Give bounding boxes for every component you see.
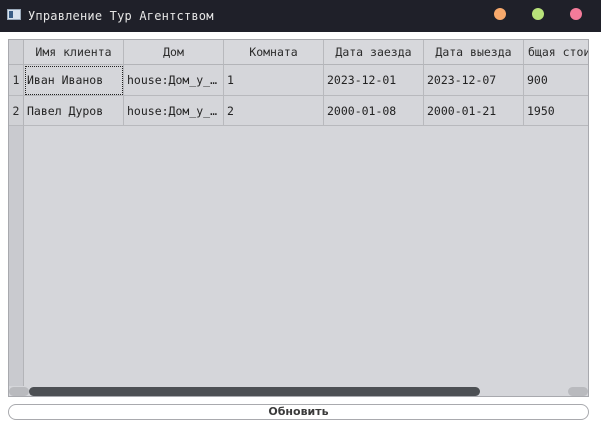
table-cell-house[interactable]: house:Дом_у_… [124,65,224,96]
row-header-1[interactable]: 1 [9,65,24,96]
table-cell-total-cost[interactable]: 1950 [524,96,588,126]
scroll-right-button[interactable] [568,387,588,396]
scroll-left-button[interactable] [9,387,29,396]
column-header-room[interactable]: Комната [224,40,324,65]
minimize-button[interactable] [494,8,506,20]
table-cell-check-out[interactable]: 2023-12-07 [424,65,524,96]
column-header-total-cost[interactable]: бщая стои [524,40,588,65]
close-button[interactable] [570,8,582,20]
table-cell-room[interactable]: 2 [224,96,324,126]
table-cell-check-in[interactable]: 2000-01-08 [324,96,424,126]
table-cell-room[interactable]: 1 [224,65,324,96]
table-cell-client-name[interactable]: Павел Дуров [24,96,124,126]
bookings-table: Имя клиента Дом Комната Дата заезда Дата… [8,39,589,397]
horizontal-scroll-thumb[interactable] [29,387,480,396]
column-header-house[interactable]: Дом [124,40,224,65]
maximize-button[interactable] [532,8,544,20]
main-content: Имя клиента Дом Комната Дата заезда Дата… [0,32,601,435]
column-header-check-in[interactable]: Дата заезда [324,40,424,65]
table-cell-house[interactable]: house:Дом_у_… [124,96,224,126]
table-cell-check-out[interactable]: 2000-01-21 [424,96,524,126]
app-window-icon [7,9,21,20]
table-cell-check-in[interactable]: 2023-12-01 [324,65,424,96]
refresh-button[interactable]: Обновить [8,404,589,420]
table-cell-total-cost[interactable]: 900 [524,65,588,96]
column-header-check-out[interactable]: Дата выезда [424,40,524,65]
column-header-client-name[interactable]: Имя клиента [24,40,124,65]
title-bar: Управление Тур Агентством [0,0,601,32]
table-corner-button[interactable] [9,40,24,65]
window-title: Управление Тур Агентством [28,9,214,23]
horizontal-scrollbar[interactable] [9,386,588,396]
table-cell-client-name[interactable]: Иван Иванов [24,65,124,96]
row-header-2[interactable]: 2 [9,96,24,126]
